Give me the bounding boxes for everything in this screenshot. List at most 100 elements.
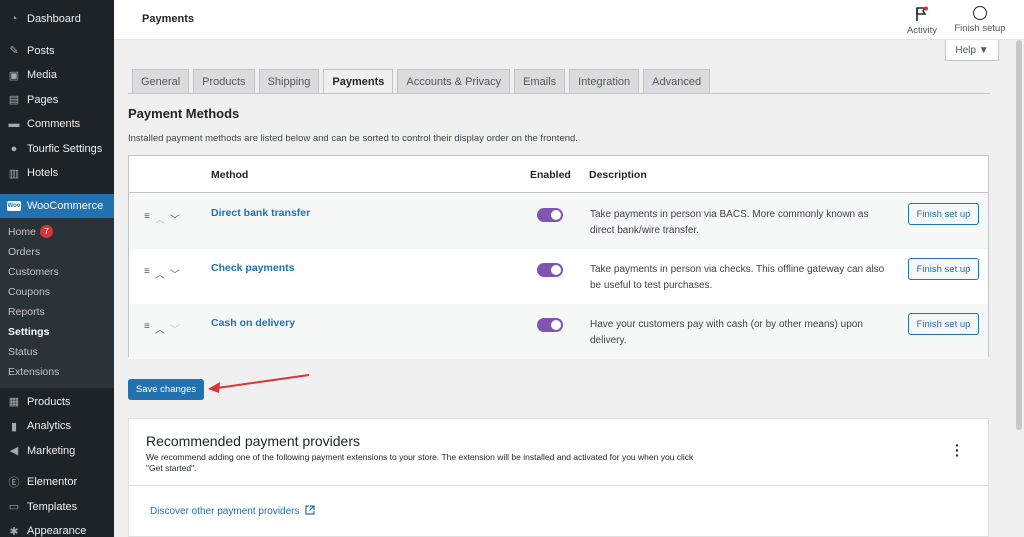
- divider: [129, 485, 988, 486]
- sidebar-item-label: Pages: [27, 93, 59, 106]
- enabled-toggle[interactable]: [537, 208, 563, 222]
- move-down-icon[interactable]: ﹀: [170, 211, 180, 226]
- sidebar-item-media[interactable]: ▣ Media: [0, 63, 114, 88]
- submenu-orders[interactable]: Orders: [0, 242, 114, 262]
- sidebar-item-posts[interactable]: ✎ Posts: [0, 39, 114, 64]
- templates-icon: ▭: [8, 501, 20, 514]
- move-up-icon[interactable]: ︿: [155, 321, 165, 336]
- activity-label: Activity: [906, 25, 938, 36]
- column-header-method: Method: [211, 169, 249, 181]
- submenu-settings[interactable]: Settings: [0, 322, 114, 342]
- elementor-icon: Ⓔ: [8, 477, 20, 490]
- woocommerce-submenu: Home 7 Orders Customers Coupons Reports …: [0, 217, 114, 388]
- flag-icon: [916, 6, 928, 21]
- sidebar-item-dashboard[interactable]: ◔ Dashboard: [0, 7, 114, 32]
- sidebar-item-marketing[interactable]: ◀ Marketing: [0, 439, 114, 464]
- enabled-toggle[interactable]: [537, 318, 563, 332]
- sidebar-item-products[interactable]: ▦ Products: [0, 390, 114, 415]
- sidebar-item-label: Tourfic Settings: [27, 142, 103, 155]
- recommended-title: Recommended payment providers: [146, 433, 360, 449]
- sidebar-item-woocommerce[interactable]: Woo WooCommerce: [0, 193, 114, 218]
- finish-set-up-button[interactable]: Finish set up: [908, 313, 979, 335]
- sidebar-item-hotels[interactable]: ▥ Hotels: [0, 161, 114, 186]
- table-row: ≡ ︿ ﹀ Check payments Take payments in pe…: [129, 249, 988, 304]
- external-link-icon: [305, 505, 315, 515]
- section-title: Payment Methods: [128, 106, 240, 121]
- discover-providers-link[interactable]: Discover other payment providers: [150, 505, 315, 517]
- sidebar-item-elementor[interactable]: Ⓔ Elementor: [0, 470, 114, 495]
- tab-advanced[interactable]: Advanced: [643, 69, 711, 93]
- tab-products[interactable]: Products: [193, 69, 255, 93]
- submenu-extensions[interactable]: Extensions: [0, 362, 114, 382]
- tab-payments[interactable]: Payments: [323, 69, 394, 94]
- media-icon: ▣: [8, 69, 20, 82]
- sidebar-item-label: Elementor: [27, 476, 78, 489]
- admin-sidebar: ◔ Dashboard ✎ Posts ▣ Media ▤ Pages ▬ Co…: [0, 0, 114, 537]
- table-header: Method Enabled Description: [129, 156, 988, 193]
- pages-icon: ▤: [8, 94, 20, 107]
- enabled-toggle[interactable]: [537, 263, 563, 277]
- submenu-coupons[interactable]: Coupons: [0, 282, 114, 302]
- sidebar-item-label: Comments: [27, 118, 81, 131]
- more-options-icon[interactable]: · · ·: [955, 438, 960, 462]
- appearance-icon: ✱: [9, 525, 19, 537]
- finish-set-up-button[interactable]: Finish set up: [908, 258, 979, 280]
- drag-handle-icon[interactable]: ≡: [144, 266, 150, 281]
- settings-tabs: General Products Shipping Payments Accou…: [132, 69, 714, 94]
- tab-general[interactable]: General: [132, 69, 190, 93]
- dashboard-icon: ◔: [10, 13, 18, 26]
- save-changes-button[interactable]: Save changes: [128, 379, 204, 400]
- submenu-reports[interactable]: Reports: [0, 302, 114, 322]
- activity-button[interactable]: Activity: [902, 6, 942, 36]
- move-down-icon: ﹀: [169, 325, 180, 336]
- tab-accounts-privacy[interactable]: Accounts & Privacy: [397, 69, 511, 93]
- analytics-icon: ▮: [10, 420, 18, 433]
- submenu-label: Home: [8, 225, 37, 238]
- sidebar-item-templates[interactable]: ▭ Templates: [0, 495, 114, 520]
- method-name-link[interactable]: Direct bank transfer: [211, 207, 310, 219]
- finish-set-up-button[interactable]: Finish set up: [908, 203, 979, 225]
- tab-shipping[interactable]: Shipping: [258, 69, 320, 93]
- submenu-status[interactable]: Status: [0, 342, 114, 362]
- method-description: Take payments in person via BACS. More c…: [590, 209, 869, 236]
- comments-icon: ▬: [8, 118, 20, 131]
- method-name-link[interactable]: Check payments: [211, 262, 294, 274]
- sidebar-item-tourfic-settings[interactable]: ● Tourfic Settings: [0, 137, 114, 162]
- sidebar-item-label: Hotels: [27, 167, 59, 180]
- sidebar-item-pages[interactable]: ▤ Pages: [0, 88, 114, 113]
- section-description: Installed payment methods are listed bel…: [128, 133, 578, 144]
- method-name-link[interactable]: Cash on delivery: [211, 317, 295, 329]
- pin-icon: ✎: [9, 45, 19, 58]
- sidebar-item-label: WooCommerce: [27, 199, 104, 212]
- table-row: ≡ ︿ ﹀ Direct bank transfer Take payments…: [129, 194, 988, 249]
- finish-setup-label: Finish setup: [954, 23, 1006, 34]
- tourfic-icon: ●: [10, 142, 18, 155]
- column-header-enabled: Enabled: [530, 169, 571, 181]
- drag-handle-icon[interactable]: ≡: [144, 211, 150, 226]
- page-scrollbar[interactable]: [1016, 40, 1022, 430]
- tab-integration[interactable]: Integration: [569, 69, 640, 93]
- help-button[interactable]: Help ▼: [945, 40, 999, 61]
- products-icon: ▦: [8, 396, 20, 409]
- notification-badge: 7: [40, 225, 54, 238]
- sort-controls: ≡ ︿ ﹀: [144, 266, 180, 281]
- sidebar-item-label: Templates: [27, 500, 78, 513]
- sidebar-item-appearance[interactable]: ✱ Appearance: [0, 519, 114, 537]
- tab-emails[interactable]: Emails: [514, 69, 566, 93]
- move-up-icon[interactable]: ︿: [155, 266, 165, 281]
- payment-methods-table: Method Enabled Description ≡ ︿ ﹀ Direct …: [128, 155, 989, 359]
- tab-divider: [128, 93, 990, 94]
- submenu-customers[interactable]: Customers: [0, 262, 114, 282]
- sidebar-item-label: Marketing: [27, 444, 76, 457]
- method-description: Take payments in person via checks. This…: [590, 264, 885, 291]
- move-down-icon[interactable]: ﹀: [170, 266, 180, 281]
- sidebar-item-label: Dashboard: [27, 13, 81, 26]
- sort-controls: ≡ ︿ ﹀: [144, 321, 180, 336]
- sidebar-item-comments[interactable]: ▬ Comments: [0, 112, 114, 137]
- drag-handle-icon[interactable]: ≡: [144, 321, 150, 336]
- sidebar-item-label: Analytics: [27, 420, 72, 433]
- sidebar-item-label: Products: [27, 395, 71, 408]
- finish-setup-button[interactable]: Finish setup: [952, 6, 1008, 34]
- sidebar-item-analytics[interactable]: ▮ Analytics: [0, 414, 114, 439]
- submenu-home[interactable]: Home 7: [0, 222, 114, 242]
